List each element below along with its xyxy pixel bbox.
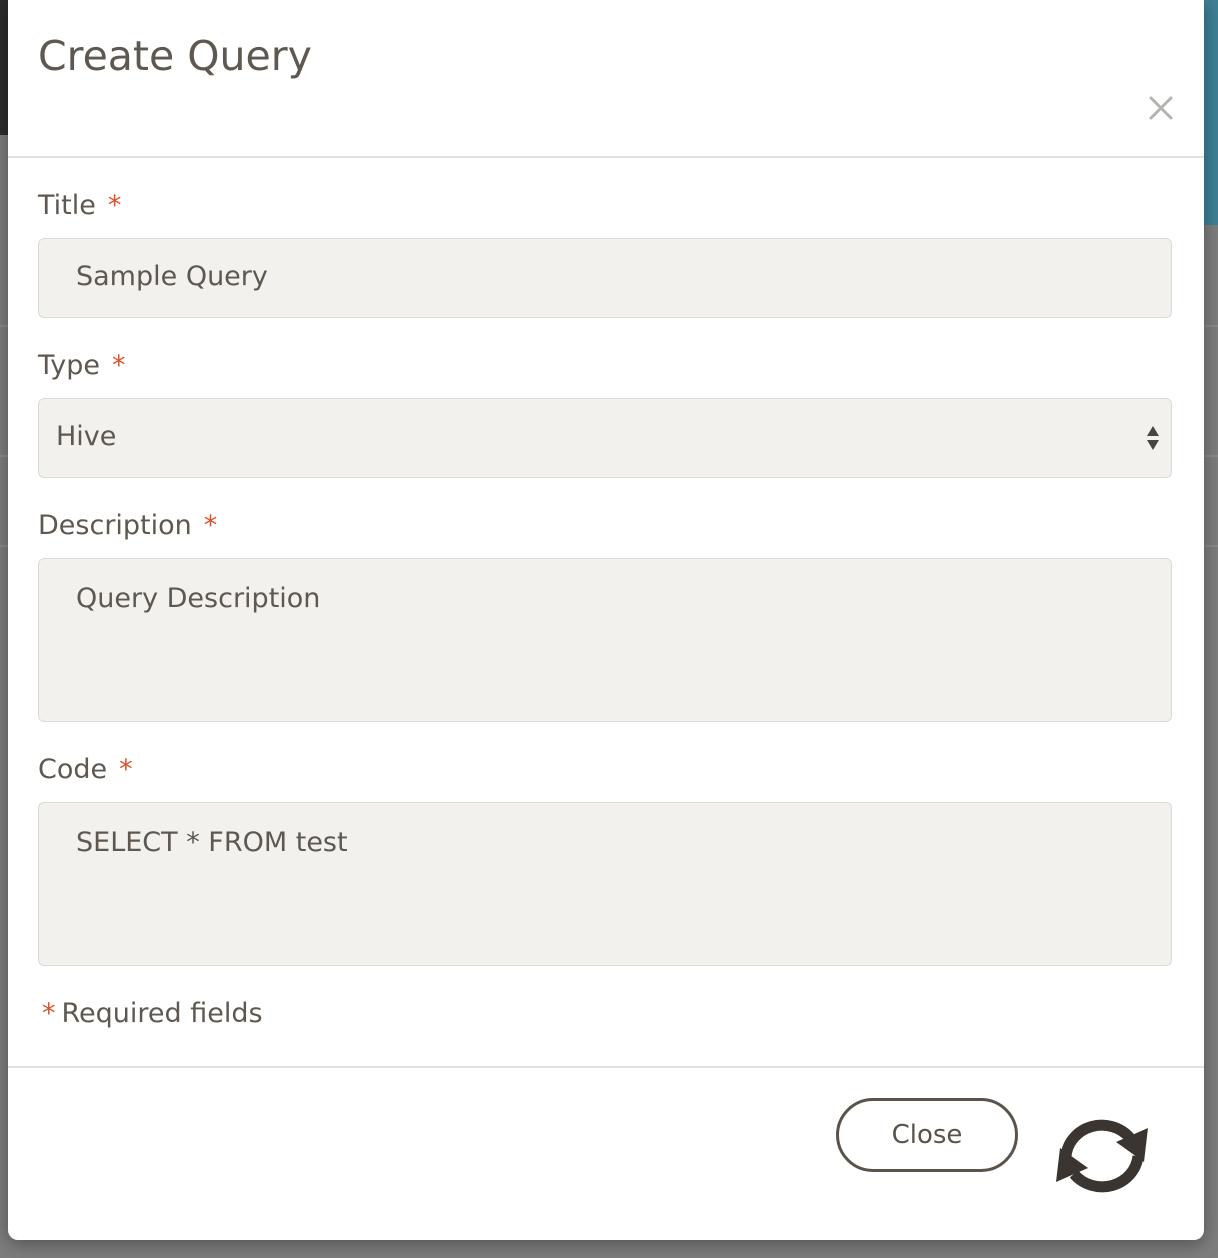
- description-textarea[interactable]: Query Description: [38, 558, 1172, 722]
- close-icon[interactable]: [1146, 90, 1176, 124]
- required-star: *: [203, 510, 218, 541]
- select-arrows-icon: [1145, 423, 1161, 453]
- code-textarea-value: SELECT * FROM test: [76, 827, 348, 858]
- create-query-modal: Create Query Title * Sample Query Type * H…: [8, 0, 1204, 1240]
- refresh-icon[interactable]: [1052, 1112, 1152, 1196]
- description-label: Description *: [38, 510, 217, 541]
- modal-header: Create Query: [8, 0, 1204, 158]
- required-star: *: [42, 998, 56, 1029]
- required-star: *: [107, 190, 122, 221]
- required-fields-text: Required fields: [61, 998, 263, 1029]
- required-star: *: [112, 350, 126, 381]
- code-label: Code *: [38, 754, 133, 785]
- code-label-text: Code: [38, 754, 108, 785]
- title-label-text: Title: [38, 190, 96, 221]
- description-label-text: Description: [38, 510, 192, 541]
- description-textarea-value: Query Description: [76, 583, 321, 614]
- title-label: Title *: [38, 190, 121, 221]
- title-input[interactable]: Sample Query: [38, 238, 1172, 318]
- title-input-value: Sample Query: [76, 261, 268, 292]
- footer-divider: [8, 1066, 1204, 1068]
- type-label-text: Type: [38, 350, 101, 381]
- modal-title: Create Query: [38, 32, 312, 80]
- type-select[interactable]: Hive: [38, 398, 1172, 478]
- type-label: Type *: [38, 350, 126, 381]
- type-select-value: Hive: [56, 421, 117, 452]
- required-fields-note: * Required fields: [42, 998, 263, 1029]
- required-star: *: [119, 754, 133, 785]
- close-button[interactable]: Close: [836, 1098, 1018, 1172]
- code-textarea[interactable]: SELECT * FROM test: [38, 802, 1172, 966]
